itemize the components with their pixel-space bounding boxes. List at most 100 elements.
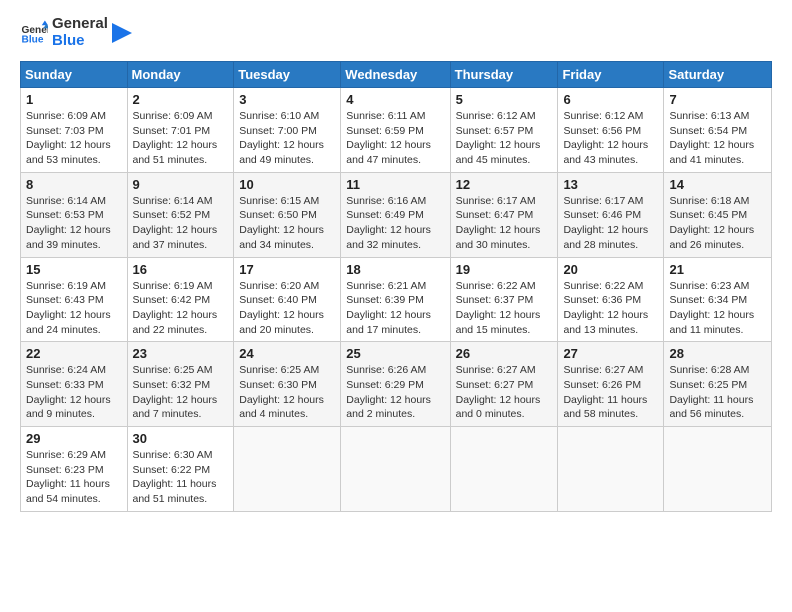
weekday-monday: Monday [127,62,234,88]
sunrise-label: Sunrise: 6:22 AM [563,280,643,292]
daylight-label: Daylight: 12 hours and 2 minutes. [346,394,431,421]
weekday-tuesday: Tuesday [234,62,341,88]
sunrise-label: Sunrise: 6:11 AM [346,110,425,122]
sunrise-label: Sunrise: 6:09 AM [133,110,213,122]
sunset-label: Sunset: 7:00 PM [239,125,317,137]
daylight-label: Daylight: 12 hours and 17 minutes. [346,309,431,336]
day-info: Sunrise: 6:10 AM Sunset: 7:00 PM Dayligh… [239,109,335,168]
day-number: 7 [669,92,766,107]
sunset-label: Sunset: 6:57 PM [456,125,534,137]
sunrise-label: Sunrise: 6:22 AM [456,280,536,292]
calendar-table: SundayMondayTuesdayWednesdayThursdayFrid… [20,61,772,512]
day-info: Sunrise: 6:27 AM Sunset: 6:27 PM Dayligh… [456,363,553,422]
day-number: 19 [456,262,553,277]
sunset-label: Sunset: 6:42 PM [133,294,211,306]
sunset-label: Sunset: 6:33 PM [26,379,104,391]
day-number: 6 [563,92,658,107]
day-number: 12 [456,177,553,192]
sunset-label: Sunset: 6:49 PM [346,209,424,221]
day-number: 26 [456,346,553,361]
calendar-cell: 29 Sunrise: 6:29 AM Sunset: 6:23 PM Dayl… [21,427,128,512]
weekday-header-row: SundayMondayTuesdayWednesdayThursdayFrid… [21,62,772,88]
calendar-cell: 2 Sunrise: 6:09 AM Sunset: 7:01 PM Dayli… [127,88,234,173]
week-row-3: 15 Sunrise: 6:19 AM Sunset: 6:43 PM Dayl… [21,257,772,342]
day-info: Sunrise: 6:17 AM Sunset: 6:46 PM Dayligh… [563,194,658,253]
day-info: Sunrise: 6:26 AM Sunset: 6:29 PM Dayligh… [346,363,444,422]
sunset-label: Sunset: 6:26 PM [563,379,641,391]
daylight-label: Daylight: 12 hours and 37 minutes. [133,224,218,251]
day-number: 4 [346,92,444,107]
calendar-cell: 4 Sunrise: 6:11 AM Sunset: 6:59 PM Dayli… [341,88,450,173]
calendar-cell [450,427,558,512]
logo-icon: General Blue [20,19,48,47]
daylight-label: Daylight: 11 hours and 56 minutes. [669,394,753,421]
sunset-label: Sunset: 6:39 PM [346,294,424,306]
sunrise-label: Sunrise: 6:28 AM [669,364,749,376]
calendar-cell: 28 Sunrise: 6:28 AM Sunset: 6:25 PM Dayl… [664,342,772,427]
day-number: 13 [563,177,658,192]
weekday-sunday: Sunday [21,62,128,88]
day-info: Sunrise: 6:12 AM Sunset: 6:57 PM Dayligh… [456,109,553,168]
day-info: Sunrise: 6:15 AM Sunset: 6:50 PM Dayligh… [239,194,335,253]
day-info: Sunrise: 6:14 AM Sunset: 6:53 PM Dayligh… [26,194,122,253]
sunrise-label: Sunrise: 6:17 AM [456,195,536,207]
sunrise-label: Sunrise: 6:18 AM [669,195,749,207]
daylight-label: Daylight: 12 hours and 9 minutes. [26,394,111,421]
daylight-label: Daylight: 12 hours and 28 minutes. [563,224,648,251]
sunrise-label: Sunrise: 6:21 AM [346,280,426,292]
calendar-cell: 5 Sunrise: 6:12 AM Sunset: 6:57 PM Dayli… [450,88,558,173]
day-info: Sunrise: 6:18 AM Sunset: 6:45 PM Dayligh… [669,194,766,253]
day-info: Sunrise: 6:09 AM Sunset: 7:03 PM Dayligh… [26,109,122,168]
sunset-label: Sunset: 6:56 PM [563,125,641,137]
calendar-cell: 20 Sunrise: 6:22 AM Sunset: 6:36 PM Dayl… [558,257,664,342]
day-number: 10 [239,177,335,192]
day-info: Sunrise: 6:09 AM Sunset: 7:01 PM Dayligh… [133,109,229,168]
sunrise-label: Sunrise: 6:25 AM [133,364,213,376]
day-info: Sunrise: 6:20 AM Sunset: 6:40 PM Dayligh… [239,279,335,338]
sunrise-label: Sunrise: 6:29 AM [26,449,106,461]
calendar-cell: 30 Sunrise: 6:30 AM Sunset: 6:22 PM Dayl… [127,427,234,512]
day-number: 27 [563,346,658,361]
sunset-label: Sunset: 6:40 PM [239,294,317,306]
calendar-cell: 23 Sunrise: 6:25 AM Sunset: 6:32 PM Dayl… [127,342,234,427]
daylight-label: Daylight: 12 hours and 30 minutes. [456,224,541,251]
day-number: 16 [133,262,229,277]
day-info: Sunrise: 6:30 AM Sunset: 6:22 PM Dayligh… [133,448,229,507]
sunrise-label: Sunrise: 6:20 AM [239,280,319,292]
sunset-label: Sunset: 6:29 PM [346,379,424,391]
sunrise-label: Sunrise: 6:10 AM [239,110,319,122]
sunset-label: Sunset: 6:32 PM [133,379,211,391]
day-info: Sunrise: 6:25 AM Sunset: 6:30 PM Dayligh… [239,363,335,422]
week-row-4: 22 Sunrise: 6:24 AM Sunset: 6:33 PM Dayl… [21,342,772,427]
calendar-page: General Blue General Blue SundayMondayTu… [0,0,792,612]
daylight-label: Daylight: 12 hours and 7 minutes. [133,394,218,421]
weekday-thursday: Thursday [450,62,558,88]
sunrise-label: Sunrise: 6:12 AM [456,110,536,122]
daylight-label: Daylight: 12 hours and 45 minutes. [456,139,541,166]
sunset-label: Sunset: 6:25 PM [669,379,747,391]
calendar-cell: 21 Sunrise: 6:23 AM Sunset: 6:34 PM Dayl… [664,257,772,342]
day-info: Sunrise: 6:14 AM Sunset: 6:52 PM Dayligh… [133,194,229,253]
day-number: 24 [239,346,335,361]
day-number: 3 [239,92,335,107]
daylight-label: Daylight: 12 hours and 20 minutes. [239,309,324,336]
sunrise-label: Sunrise: 6:30 AM [133,449,213,461]
sunset-label: Sunset: 6:52 PM [133,209,211,221]
sunset-label: Sunset: 6:22 PM [133,464,211,476]
day-info: Sunrise: 6:28 AM Sunset: 6:25 PM Dayligh… [669,363,766,422]
daylight-label: Daylight: 11 hours and 54 minutes. [26,478,110,505]
calendar-cell: 3 Sunrise: 6:10 AM Sunset: 7:00 PM Dayli… [234,88,341,173]
day-number: 22 [26,346,122,361]
calendar-cell: 25 Sunrise: 6:26 AM Sunset: 6:29 PM Dayl… [341,342,450,427]
daylight-label: Daylight: 12 hours and 49 minutes. [239,139,324,166]
daylight-label: Daylight: 12 hours and 4 minutes. [239,394,324,421]
day-info: Sunrise: 6:16 AM Sunset: 6:49 PM Dayligh… [346,194,444,253]
day-number: 21 [669,262,766,277]
daylight-label: Daylight: 12 hours and 22 minutes. [133,309,218,336]
daylight-label: Daylight: 12 hours and 15 minutes. [456,309,541,336]
daylight-label: Daylight: 12 hours and 26 minutes. [669,224,754,251]
calendar-cell: 8 Sunrise: 6:14 AM Sunset: 6:53 PM Dayli… [21,172,128,257]
calendar-body: 1 Sunrise: 6:09 AM Sunset: 7:03 PM Dayli… [21,88,772,512]
day-number: 9 [133,177,229,192]
day-number: 14 [669,177,766,192]
